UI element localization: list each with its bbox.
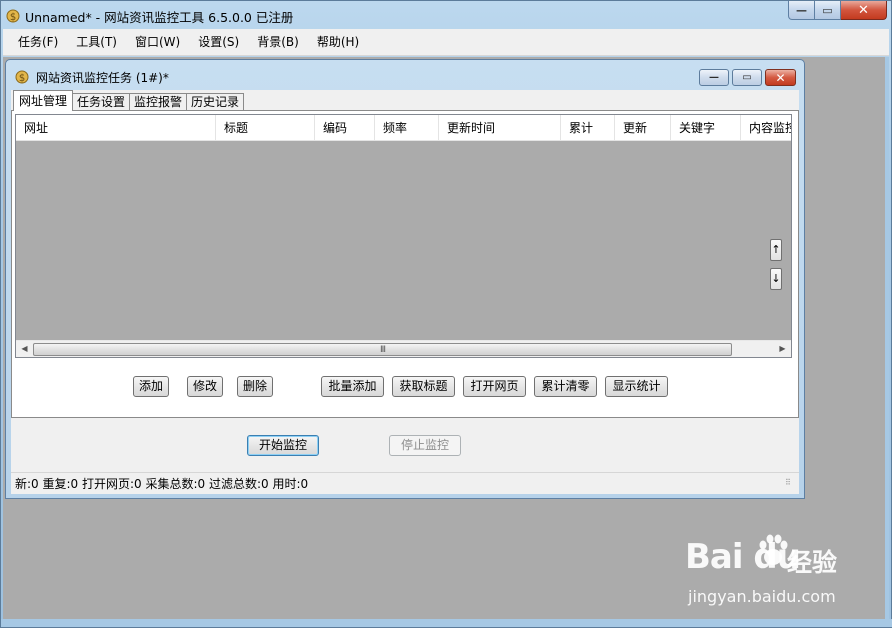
column-title[interactable]: 标题	[216, 115, 315, 141]
title-bar[interactable]: $ Unnamed* - 网站资讯监控工具 6.5.0.0 已注册 — ▭ ✕	[1, 1, 892, 29]
child-maximize-button[interactable]: ▭	[732, 69, 762, 86]
column-updates[interactable]: 更新	[615, 115, 671, 141]
window-title: Unnamed* - 网站资讯监控工具 6.5.0.0 已注册	[25, 10, 294, 25]
fetch-title-button[interactable]: 获取标题	[392, 376, 455, 397]
svg-text:$: $	[10, 12, 16, 23]
column-keyword[interactable]: 关键字	[671, 115, 741, 141]
scroll-left-icon[interactable]: ◀	[16, 341, 33, 357]
list-header: 网址 标题 编码 频率 更新时间 累计 更新 关键字 内容监控	[16, 115, 791, 141]
minimize-icon: —	[796, 3, 807, 17]
maximize-icon: ▭	[822, 3, 833, 17]
maximize-button[interactable]: ▭	[815, 1, 841, 20]
tab-url-management[interactable]: 网址管理	[13, 90, 74, 111]
watermark-cn: 经验	[787, 548, 838, 577]
menu-window[interactable]: 窗口(W)	[126, 29, 189, 56]
tab-panel: 网址 标题 编码 频率 更新时间 累计 更新 关键字 内容监控 ↑ ↓	[11, 110, 799, 418]
tab-monitor-alarm[interactable]: 监控报警	[129, 93, 188, 111]
menu-tools[interactable]: 工具(T)	[67, 29, 126, 56]
child-caption-buttons: — ▭ ✕	[699, 69, 796, 86]
tab-strip: 网址管理 任务设置 监控报警 历史记录	[13, 90, 245, 111]
tab-task-settings[interactable]: 任务设置	[72, 93, 131, 111]
main-window: $ Unnamed* - 网站资讯监控工具 6.5.0.0 已注册 — ▭ ✕ …	[0, 0, 892, 628]
menu-background[interactable]: 背景(B)	[248, 29, 308, 56]
minimize-icon: —	[709, 71, 719, 83]
child-app-icon: $	[15, 70, 29, 84]
resize-grip-icon[interactable]: ⠿	[785, 479, 797, 492]
window-bottom-border	[1, 619, 892, 627]
show-stats-button[interactable]: 显示统计	[605, 376, 668, 397]
menu-task[interactable]: 任务(F)	[9, 29, 67, 56]
minimize-button[interactable]: —	[788, 1, 815, 20]
status-text: 新:0 重复:0 打开网页:0 采集总数:0 过滤总数:0 用时:0	[15, 477, 309, 491]
scroll-right-icon[interactable]: ▶	[774, 341, 791, 357]
horizontal-scrollbar[interactable]: ◀ III ▶	[16, 340, 791, 357]
child-close-button[interactable]: ✕	[765, 69, 796, 86]
tab-history[interactable]: 历史记录	[186, 93, 245, 111]
move-up-button[interactable]: ↑	[770, 239, 782, 261]
add-button[interactable]: 添加	[133, 376, 169, 397]
caption-buttons: — ▭ ✕	[788, 1, 887, 20]
menu-settings[interactable]: 设置(S)	[189, 29, 248, 56]
menu-bar: 任务(F) 工具(T) 窗口(W) 设置(S) 背景(B) 帮助(H)	[3, 29, 889, 56]
close-icon: ✕	[775, 70, 786, 85]
status-bar: 新:0 重复:0 打开网页:0 采集总数:0 过滤总数:0 用时:0 ⠿	[11, 472, 799, 494]
app-icon: $	[6, 9, 20, 23]
stop-monitor-button[interactable]: 停止监控	[389, 435, 461, 456]
start-monitor-button[interactable]: 开始监控	[247, 435, 319, 456]
column-total[interactable]: 累计	[561, 115, 615, 141]
move-down-button[interactable]: ↓	[770, 268, 782, 290]
open-webpage-button[interactable]: 打开网页	[463, 376, 526, 397]
close-button[interactable]: ✕	[841, 1, 887, 20]
baidu-watermark: Bai du 经验 jingyan.baidu.com	[685, 531, 865, 611]
column-update-time[interactable]: 更新时间	[439, 115, 561, 141]
edit-button[interactable]: 修改	[187, 376, 223, 397]
scroll-grip: III	[380, 345, 386, 355]
column-url[interactable]: 网址	[16, 115, 216, 141]
column-content-monitor[interactable]: 内容监控	[741, 115, 791, 141]
child-minimize-button[interactable]: —	[699, 69, 729, 86]
column-encoding[interactable]: 编码	[315, 115, 375, 141]
menu-help[interactable]: 帮助(H)	[308, 29, 368, 56]
child-window-title: 网站资讯监控任务 (1#)*	[36, 71, 169, 85]
reset-total-button[interactable]: 累计清零	[534, 376, 597, 397]
child-client-area: 网址管理 任务设置 监控报警 历史记录 网址 标题 编码 频率 更新时间 累计	[11, 90, 799, 494]
paw-icon	[759, 534, 788, 565]
window-right-border	[885, 57, 889, 621]
delete-button[interactable]: 删除	[237, 376, 273, 397]
url-list[interactable]: 网址 标题 编码 频率 更新时间 累计 更新 关键字 内容监控 ↑ ↓	[15, 114, 792, 358]
batch-add-button[interactable]: 批量添加	[321, 376, 384, 397]
svg-text:$: $	[19, 73, 25, 84]
column-frequency[interactable]: 频率	[375, 115, 439, 141]
close-icon: ✕	[858, 2, 869, 18]
child-window: $ 网站资讯监控任务 (1#)* — ▭ ✕ 网址管理 任务设置 监控报警 历史…	[5, 59, 805, 499]
scroll-thumb[interactable]: III	[33, 343, 732, 356]
maximize-icon: ▭	[742, 71, 752, 83]
watermark-url: jingyan.baidu.com	[688, 587, 836, 606]
